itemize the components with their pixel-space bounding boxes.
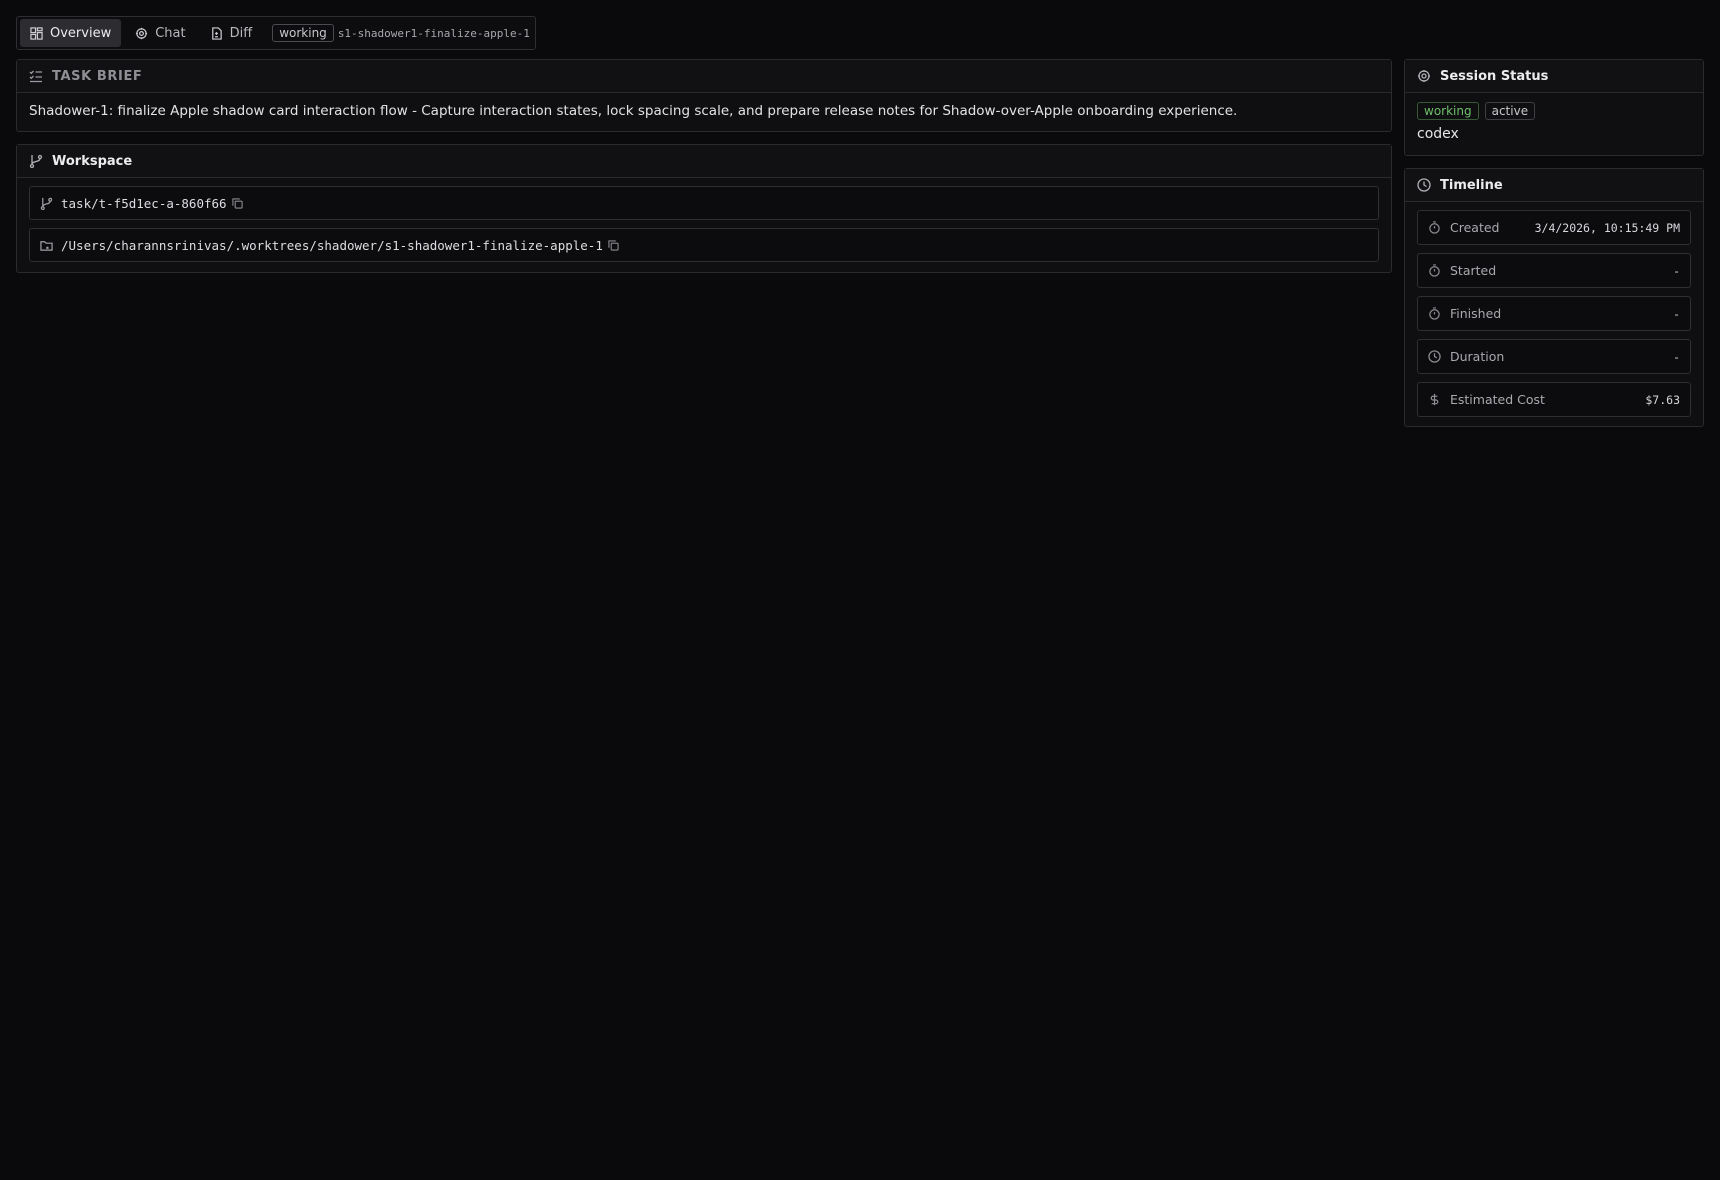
agent-icon: [136, 27, 148, 39]
timeline-value: -: [1673, 306, 1680, 321]
status-badge: working: [272, 24, 334, 42]
timeline-label: Finished: [1450, 306, 1502, 321]
timeline-header: Timeline: [1405, 169, 1703, 202]
tab-diff-label: Diff: [229, 25, 253, 41]
dollar-icon: [1430, 393, 1439, 406]
stopwatch-icon: [1429, 307, 1440, 320]
clock-icon: [1428, 350, 1441, 363]
tab-overview[interactable]: Overview: [20, 19, 122, 47]
workspace-title: Workspace: [52, 153, 133, 169]
git-branch-icon: [29, 154, 43, 168]
workspace-branch-row: task/t-f5d1ec-a-860f66: [29, 186, 1379, 220]
file-diff-icon: [211, 26, 222, 40]
timeline-card: Timeline Created 3/4/2026, 10:15:49 PM S…: [1404, 168, 1704, 427]
workspace-header: Workspace: [17, 145, 1391, 178]
timeline-label: Started: [1450, 263, 1497, 278]
task-brief-text: Shadower-1: finalize Apple shadow card i…: [29, 103, 1238, 119]
session-status-card: Session Status working active codex: [1404, 59, 1704, 156]
tab-overview-label: Overview: [50, 25, 112, 41]
folder-icon: [40, 240, 53, 251]
tab-diff[interactable]: Diff: [200, 19, 263, 47]
timeline-row-started: Started -: [1417, 253, 1691, 288]
task-brief-title: TASK BRIEF: [52, 68, 143, 84]
timeline-title: Timeline: [1440, 177, 1503, 193]
workspace-branch: task/t-f5d1ec-a-860f66: [61, 195, 227, 211]
copy-icon: [231, 197, 243, 209]
copy-icon: [608, 239, 619, 251]
agent-name: codex: [1417, 126, 1459, 142]
workspace-card: Workspace task/t-f5d1ec-a-860f66 /Users/…: [16, 144, 1392, 273]
timeline-row-duration: Duration -: [1417, 339, 1691, 374]
timeline-value: 3/4/2026, 10:15:49 PM: [1534, 220, 1680, 235]
agent-icon: [1418, 70, 1430, 82]
copy-branch-button[interactable]: [231, 197, 243, 209]
timeline-value: -: [1673, 349, 1680, 364]
tab-chat-label: Chat: [155, 25, 186, 41]
stopwatch-icon: [1429, 264, 1440, 277]
git-branch-icon: [40, 197, 53, 210]
task-brief-header: TASK BRIEF: [17, 60, 1391, 93]
stopwatch-icon: [1429, 221, 1440, 234]
timeline-label: Created: [1450, 220, 1500, 235]
grid-icon: [30, 26, 43, 40]
task-brief-card: TASK BRIEF Shadower-1: finalize Apple sh…: [16, 59, 1392, 132]
view-tabbar: Overview Chat Diff working s1-shadower1-…: [16, 16, 536, 50]
active-badge: active: [1484, 102, 1536, 120]
session-status-header: Session Status: [1405, 60, 1703, 93]
clock-icon: [1417, 178, 1431, 192]
timeline-row-cost: Estimated Cost $7.63: [1417, 382, 1691, 417]
copy-path-button[interactable]: [608, 239, 619, 251]
timeline-label: Duration: [1450, 349, 1505, 364]
timeline-value: -: [1673, 263, 1680, 278]
working-badge: working: [1417, 102, 1479, 120]
checklist-icon: [29, 70, 42, 83]
session-badges: working active: [1405, 93, 1703, 120]
timeline-label: Estimated Cost: [1450, 392, 1545, 407]
timeline-value: $7.63: [1645, 392, 1680, 407]
timeline-row-created: Created 3/4/2026, 10:15:49 PM: [1417, 210, 1691, 245]
branch-name: s1-shadower1-finalize-apple-1: [337, 26, 530, 40]
timeline-row-finished: Finished -: [1417, 296, 1691, 331]
workspace-path-row: /Users/charannsrinivas/.worktrees/shadow…: [29, 228, 1379, 262]
workspace-path: /Users/charannsrinivas/.worktrees/shadow…: [61, 237, 603, 253]
session-status-title: Session Status: [1440, 68, 1549, 84]
tab-chat[interactable]: Chat: [125, 19, 195, 47]
